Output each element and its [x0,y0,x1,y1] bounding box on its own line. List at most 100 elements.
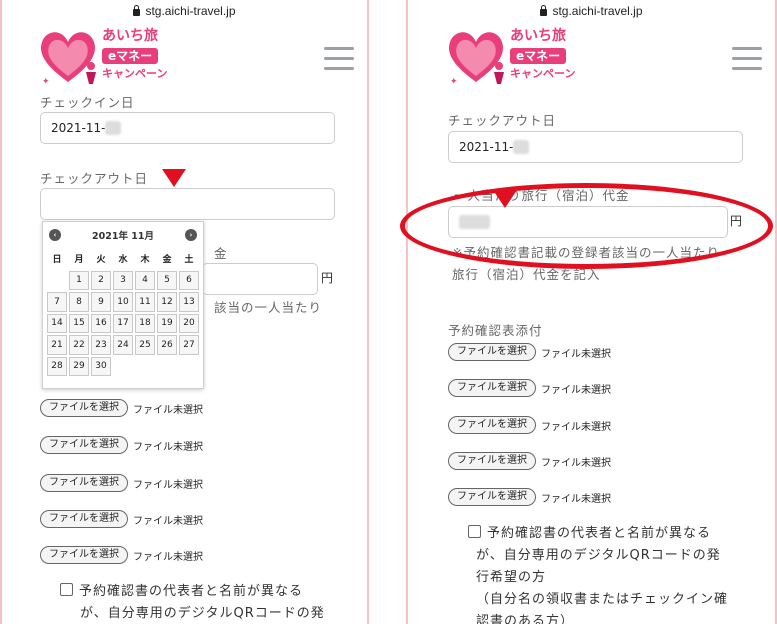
choose-file-button[interactable]: ファイルを選択 [448,416,536,434]
calendar-day[interactable]: 15 [69,313,89,333]
campaign-logo[interactable]: ✦ あいち旅 eマネー キャンペーン [36,22,186,92]
file-upload-row: ファイルを選択 ファイル未選択 [448,416,611,434]
choose-file-button[interactable]: ファイルを選択 [40,436,128,454]
lock-icon [540,4,548,16]
calendar-day[interactable]: 26 [157,335,177,355]
qr-request-checkbox[interactable] [60,583,73,596]
weekday-header: 水 [118,255,128,266]
price-note-partial: 該当の一人当たり [214,300,323,315]
panel-gap [369,0,406,624]
file-upload-row: ファイルを選択 ファイル未選択 [40,399,203,417]
url-bar[interactable]: stg.aichi-travel.jp [2,0,367,22]
calendar-day[interactable]: 16 [91,313,111,333]
redacted-day: 00 [513,140,529,154]
calendar-empty-cell [156,356,178,378]
weekday-header: 火 [96,255,106,266]
calendar-day[interactable]: 2 [91,270,111,290]
price-input-partial[interactable] [202,263,318,295]
url-text: stg.aichi-travel.jp [145,4,236,18]
calendar-day[interactable]: 3 [113,270,133,290]
calendar-day[interactable]: 21 [47,335,67,355]
calendar-day[interactable]: 24 [113,335,133,355]
calendar-day[interactable]: 17 [113,313,133,333]
calendar-day[interactable]: 30 [91,356,111,376]
annotation-arrow [162,169,186,187]
calendar-day[interactable]: 19 [157,313,177,333]
checkout-date-input[interactable] [40,188,335,220]
hamburger-menu-icon[interactable] [732,47,762,71]
file-status: ファイル未選択 [541,493,611,505]
checkin-label: チェックイン日 [40,95,135,110]
file-status: ファイル未選択 [133,479,203,491]
file-status: ファイル未選択 [133,404,203,416]
calendar-day[interactable]: 29 [69,356,89,376]
calendar-day[interactable]: 7 [47,292,67,312]
yen-unit: 円 [321,271,334,285]
checkout-label: チェックアウト日 [448,113,557,128]
choose-file-button[interactable]: ファイルを選択 [40,474,128,492]
choose-file-button[interactable]: ファイルを選択 [40,399,128,417]
heart-logo-icon: ✦ [41,32,96,87]
logo-wordmark: あいち旅 eマネー キャンペーン [102,28,168,80]
calendar-day[interactable]: 20 [179,313,199,333]
file-upload-row: ファイルを選択 ファイル未選択 [448,488,611,506]
calendar-day[interactable]: 10 [113,292,133,312]
calendar-month-title: 2021年 11月 [92,231,154,242]
choose-file-button[interactable]: ファイルを選択 [448,452,536,470]
calendar-day[interactable]: 1 [69,270,89,290]
calendar-day[interactable]: 9 [91,292,111,312]
file-upload-row: ファイルを選択 ファイル未選択 [40,510,203,528]
weekday-header: 木 [140,255,150,266]
right-screenshot-panel: stg.aichi-travel.jp ✦ あいち旅 eマネー キャンペーン チ… [406,0,777,624]
qr-request-checkbox-block: 予約確認書の代表者と名前が異なる が、自分専用のデジタルQRコードの発 [60,581,325,624]
choose-file-button[interactable]: ファイルを選択 [448,379,536,397]
annotation-circle [400,183,773,269]
file-status: ファイル未選択 [541,457,611,469]
calendar-day[interactable]: 4 [135,270,155,290]
qr-request-checkbox-block: 予約確認書の代表者と名前が異なる が、自分専用のデジタルQRコードの発 行希望の… [468,523,728,624]
calendar-day[interactable]: 8 [69,292,89,312]
file-upload-row: ファイルを選択 ファイル未選択 [40,474,203,492]
campaign-logo[interactable]: ✦ あいち旅 eマネー キャンペーン [444,22,594,92]
heart-logo-icon: ✦ [449,32,504,87]
checkout-date-input[interactable]: 2021-11-00 [448,131,743,163]
choose-file-button[interactable]: ファイルを選択 [40,546,128,564]
calendar-grid: 日月火水木金土 1 2 3 4 5 6 7 8 9 10 11 12 13 14 15 16 17 18 19 20 21… [46,248,203,377]
attachment-label: 予約確認表添付 [448,323,543,338]
weekday-header: 金 [162,255,172,266]
calendar-day[interactable]: 14 [47,313,67,333]
price-label-partial: 金 [214,246,228,261]
file-upload-row: ファイルを選択 ファイル未選択 [448,343,611,361]
prev-month-icon[interactable]: ‹ [49,229,61,241]
next-month-icon[interactable]: › [185,229,197,241]
calendar-empty-cell [46,270,68,292]
file-status: ファイル未選択 [133,441,203,453]
calendar-day[interactable]: 23 [91,335,111,355]
hamburger-menu-icon[interactable] [324,47,354,71]
calendar-day[interactable]: 5 [157,270,177,290]
calendar-day[interactable]: 27 [179,335,199,355]
qr-request-checkbox[interactable] [468,525,481,538]
calendar-day[interactable]: 13 [179,292,199,312]
file-status: ファイル未選択 [133,551,203,563]
choose-file-button[interactable]: ファイルを選択 [448,343,536,361]
choose-file-button[interactable]: ファイルを選択 [448,488,536,506]
svg-text:✦: ✦ [450,77,458,87]
url-bar[interactable]: stg.aichi-travel.jp [408,0,775,22]
calendar-empty-cell [134,356,156,378]
calendar-day[interactable]: 6 [179,270,199,290]
file-upload-row: ファイルを選択 ファイル未選択 [40,546,203,564]
calendar-day[interactable]: 11 [135,292,155,312]
calendar-day[interactable]: 28 [47,356,67,376]
redacted-day: 00 [105,121,121,135]
choose-file-button[interactable]: ファイルを選択 [40,510,128,528]
calendar-day[interactable]: 18 [135,313,155,333]
date-picker-popup: ‹ 2021年 11月 › 日月火水木金土 1 2 3 4 5 6 7 8 9 10 11 12 13 14… [42,221,204,389]
checkin-date-input[interactable]: 2021-11-00 [40,112,335,144]
calendar-empty-cell [112,356,134,378]
calendar-header: ‹ 2021年 11月 › [43,222,203,248]
calendar-day[interactable]: 22 [69,335,89,355]
calendar-day[interactable]: 25 [135,335,155,355]
url-text: stg.aichi-travel.jp [552,4,643,18]
calendar-day[interactable]: 12 [157,292,177,312]
